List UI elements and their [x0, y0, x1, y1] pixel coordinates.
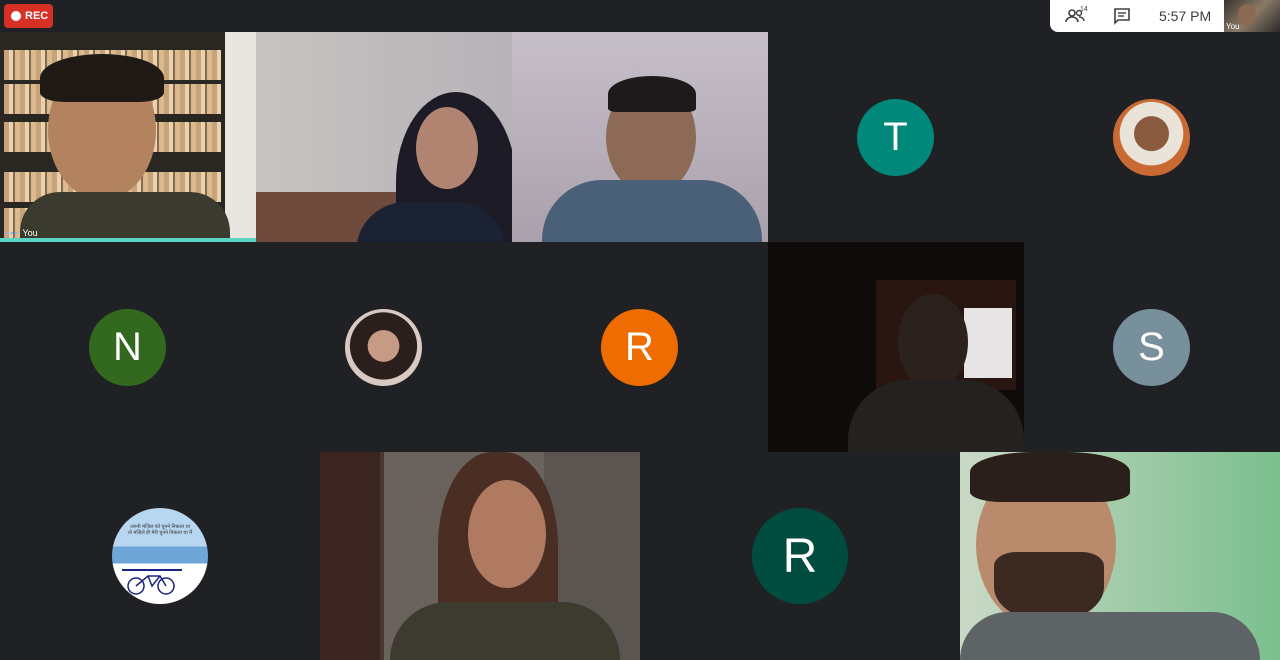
participant-avatar-s: S [1113, 309, 1190, 386]
participant-avatar-r: R [752, 508, 848, 604]
participant-shirt [542, 180, 762, 242]
top-bar: REC 14 5:57 PM You [0, 0, 1280, 32]
chat-icon[interactable] [1112, 6, 1132, 26]
meeting-details-panel: 14 5:57 PM [1050, 0, 1224, 32]
bicycle-icon [122, 569, 182, 595]
participant-shirt [848, 380, 1024, 452]
background-door [320, 452, 380, 660]
participant-tile-self[interactable]: ••• You [0, 32, 256, 242]
avatar-initial: R [782, 529, 818, 583]
avatar-initial: R [625, 325, 654, 369]
speaking-dots-icon: ••• [6, 228, 19, 238]
participant-tile-photo-1[interactable] [1024, 32, 1280, 242]
participant-face [468, 480, 546, 588]
participant-tile-r-orange[interactable]: R [512, 242, 768, 452]
participant-clothing [390, 602, 620, 660]
participant-tile-video-2[interactable] [256, 32, 512, 242]
background-window [964, 308, 1012, 378]
meeting-clock: 5:57 PM [1159, 8, 1212, 24]
profile-quote-line-2: तो मंज़िलें ही मेरी चुनने निकला था मैं [127, 530, 193, 536]
participant-face [898, 294, 968, 390]
participant-tile-quote[interactable]: अपनी मंज़िल को चुनने निकला था तो मंज़िले… [0, 452, 320, 660]
participant-tile-video-3[interactable] [512, 32, 768, 242]
participant-profile-photo: अपनी मंज़िल को चुनने निकला था तो मंज़िले… [112, 508, 208, 604]
participant-tile-video-dark[interactable] [768, 242, 1024, 452]
participant-tile-r-green[interactable]: R [640, 452, 960, 660]
recording-indicator: REC [4, 4, 53, 28]
participant-tile-video-4[interactable] [320, 452, 640, 660]
participant-tile-t[interactable]: T [768, 32, 1024, 242]
self-tile-name: ••• You [6, 228, 38, 238]
self-thumbnail-face [1238, 4, 1256, 26]
participant-hair [608, 76, 696, 112]
participant-profile-photo [345, 309, 422, 386]
participant-tile-photo-2[interactable] [256, 242, 512, 452]
participant-hair [970, 452, 1130, 502]
record-dot-icon [11, 11, 21, 21]
self-view-thumbnail[interactable]: You [1224, 0, 1280, 32]
participant-hair [40, 54, 164, 102]
self-thumbnail-label: You [1226, 22, 1240, 31]
avatar-initial: T [883, 115, 908, 159]
participant-tile-s[interactable]: S [1024, 242, 1280, 452]
participant-avatar-n: N [89, 309, 166, 386]
self-tile-label: You [22, 228, 38, 238]
participant-tile-n[interactable]: N [0, 242, 256, 452]
participant-avatar-t: T [857, 99, 934, 176]
avatar-initial: S [1138, 325, 1165, 369]
participant-shirt [20, 192, 230, 242]
participant-count: 14 [1080, 6, 1088, 13]
participant-profile-photo [1113, 99, 1190, 176]
avatar-initial: N [113, 325, 142, 369]
participant-tile-video-5[interactable] [960, 452, 1280, 660]
participant-avatar-r: R [601, 309, 678, 386]
participant-shirt [960, 612, 1260, 660]
recording-label: REC [25, 10, 49, 22]
participant-face [416, 107, 478, 189]
